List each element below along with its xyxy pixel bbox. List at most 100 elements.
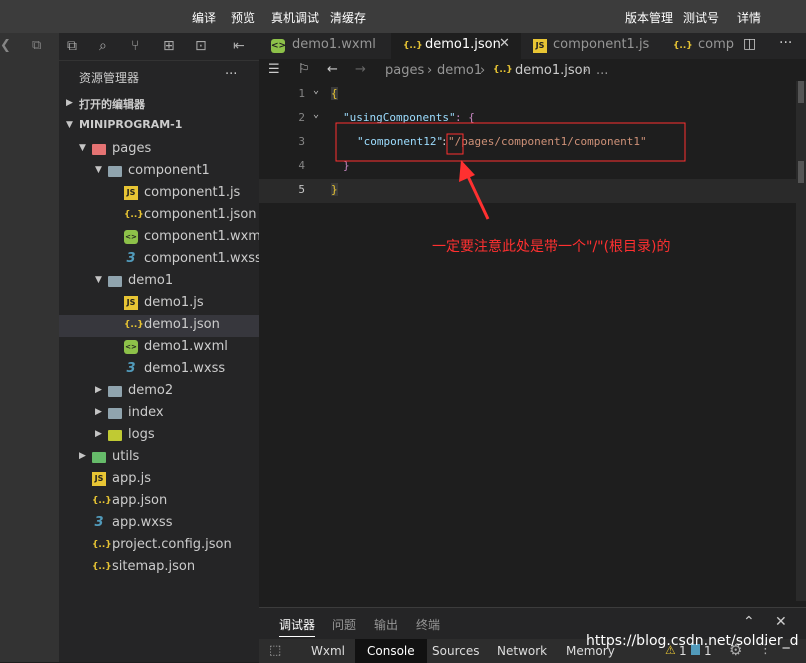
tree-item-label: demo1 xyxy=(128,273,174,288)
editor-area: <> demo1.wxml {..} demo1.json ✕ JS compo… xyxy=(259,33,806,607)
sidebar-toolbar: ⧉ ⌕ ⑂ ⊞ ⊡ ⇤ xyxy=(59,33,259,61)
wxml-file-icon: <> xyxy=(124,340,138,354)
vertical-scrollbar[interactable] xyxy=(796,81,806,601)
collapse-icon[interactable]: ❮ xyxy=(0,38,11,53)
tree-item-label: app.wxss xyxy=(112,515,173,530)
breadcrumb-pages[interactable]: pages xyxy=(385,63,424,78)
debug-icon[interactable]: ⊡ xyxy=(195,38,207,54)
test-account-button[interactable]: 测试号 xyxy=(683,9,719,26)
search-icon[interactable]: ⌕ xyxy=(99,38,107,54)
source-control-icon[interactable]: ⑂ xyxy=(131,38,139,54)
json-file-icon: {..} xyxy=(403,41,423,51)
preview-button[interactable]: 预览 xyxy=(231,9,255,26)
forward-icon[interactable]: → xyxy=(355,62,366,77)
explorer-sidebar: ⧉ ⌕ ⑂ ⊞ ⊡ ⇤ 资源管理器 ··· ▶ 打开的编辑器 ▼ MINIPRO… xyxy=(59,33,265,662)
tree-folder[interactable]: ▶ utils xyxy=(59,447,259,469)
watermark: https://blog.csdn.net/soldier_d xyxy=(586,633,799,649)
code-line: 4 } xyxy=(298,159,350,172)
tree-file[interactable]: 3 component1.wxss xyxy=(59,249,262,271)
clear-cache-button[interactable]: 清缓存 xyxy=(330,9,366,26)
bookmark-icon[interactable]: ⚐ xyxy=(298,62,310,77)
folder-icon xyxy=(108,408,122,419)
tab-network[interactable]: Network xyxy=(497,644,547,658)
tree-item-label: sitemap.json xyxy=(112,559,196,574)
tree-file[interactable]: {..} sitemap.json xyxy=(59,557,259,579)
tree-file[interactable]: {..} app.json xyxy=(59,491,259,513)
annotation-text: 一定要注意此处是带一个"/"(根目录)的 xyxy=(432,239,671,255)
js-file-icon: JS xyxy=(92,472,106,486)
tree-file[interactable]: 3 demo1.wxss xyxy=(59,359,259,381)
tree-folder[interactable]: ▶ logs xyxy=(59,425,259,447)
tree-file[interactable]: <> component1.wxml xyxy=(59,227,265,249)
compile-button[interactable]: 编译 xyxy=(192,9,216,26)
chevron-down-icon: ▼ xyxy=(95,165,102,175)
js-file-icon: JS xyxy=(124,186,138,200)
close-panel-icon[interactable]: ✕ xyxy=(775,614,787,630)
fold-icon[interactable]: ⌄ xyxy=(313,85,319,96)
pages-folder-icon xyxy=(92,144,106,155)
tree-item-label: index xyxy=(128,405,164,420)
tree-folder[interactable]: ▼ pages xyxy=(59,139,259,161)
chevron-right-icon: › xyxy=(427,63,433,78)
tree-folder[interactable]: ▶ index xyxy=(59,403,259,425)
close-icon[interactable]: ✕ xyxy=(499,36,510,51)
tab-comp[interactable]: {..} comp xyxy=(661,33,741,59)
wxss-file-icon: 3 xyxy=(126,251,136,266)
tab-demo1-wxml[interactable]: <> demo1.wxml xyxy=(259,33,391,59)
tab-terminal[interactable]: 终端 xyxy=(416,616,440,633)
version-management-button[interactable]: 版本管理 xyxy=(625,9,673,26)
open-editors-section[interactable]: ▶ 打开的编辑器 xyxy=(59,94,259,116)
split-editor-icon[interactable]: ◫ xyxy=(743,36,756,52)
windows-icon[interactable]: ⧉ xyxy=(32,38,41,53)
project-section[interactable]: ▼ MINIPROGRAM-1 xyxy=(59,116,259,138)
tab-console[interactable]: Console xyxy=(355,639,427,663)
tree-file[interactable]: JS component1.js xyxy=(59,183,259,205)
tree-file[interactable]: {..} demo1.json xyxy=(59,315,259,337)
code-line-current: 5 } xyxy=(259,179,799,203)
tree-item-label: demo1.js xyxy=(144,295,204,310)
chevron-right-icon: ▶ xyxy=(95,407,102,417)
tree-file[interactable]: 3 app.wxss xyxy=(59,513,259,535)
tree-item-label: component1.wxss xyxy=(144,251,262,266)
fold-icon[interactable]: ⌄ xyxy=(313,109,319,120)
tab-component1-js[interactable]: JS component1.js xyxy=(521,33,661,59)
chevron-up-icon[interactable]: ⌃ xyxy=(743,614,755,630)
chevron-right-icon: ▶ xyxy=(95,429,102,439)
tree-item-label: logs xyxy=(128,427,155,442)
inspect-icon[interactable]: ⬚ xyxy=(269,643,281,658)
breadcrumb-demo1[interactable]: demo1 xyxy=(437,63,482,78)
tab-debugger[interactable]: 调试器 xyxy=(279,616,316,637)
more-actions-icon[interactable]: ··· xyxy=(225,67,237,82)
details-button[interactable]: 详情 xyxy=(737,9,761,26)
tree-file[interactable]: {..} project.config.json xyxy=(59,535,259,557)
chevron-right-icon: ▶ xyxy=(66,98,73,108)
collapse-panel-icon[interactable]: ⇤ xyxy=(233,38,245,54)
back-icon[interactable]: ← xyxy=(327,62,338,77)
extensions-icon[interactable]: ⊞ xyxy=(163,38,175,54)
tree-file[interactable]: JS demo1.js xyxy=(59,293,259,315)
code-editor[interactable]: 1 ⌄ { 2 ⌄ "usingComponents" : { 3 "compo… xyxy=(259,83,799,603)
more-icon[interactable]: ··· xyxy=(779,35,792,51)
chevron-down-icon: ▼ xyxy=(79,143,86,153)
tree-file[interactable]: <> demo1.wxml xyxy=(59,337,259,359)
tree-folder[interactable]: ▼ demo1 xyxy=(59,271,259,293)
ellipsis-icon[interactable]: ... xyxy=(596,63,608,78)
tree-file[interactable]: {..} component1.json xyxy=(59,205,259,227)
js-file-icon: JS xyxy=(124,296,138,310)
tree-folder[interactable]: ▶ demo2 xyxy=(59,381,259,403)
tree-folder[interactable]: ▼ component1 xyxy=(59,161,259,183)
json-file-icon: {..} xyxy=(124,320,144,330)
tab-sources[interactable]: Sources xyxy=(432,644,479,658)
tab-demo1-json[interactable]: {..} demo1.json ✕ xyxy=(391,33,521,59)
tab-output[interactable]: 输出 xyxy=(374,616,398,633)
real-debug-button[interactable]: 真机调试 xyxy=(271,9,319,26)
tab-problems[interactable]: 问题 xyxy=(332,616,356,633)
tab-wxml[interactable]: Wxml xyxy=(311,644,345,658)
tree-item-label: demo1.json xyxy=(144,317,220,332)
outline-icon[interactable]: ☰ xyxy=(268,62,280,77)
breadcrumb-file[interactable]: demo1.json xyxy=(515,63,591,78)
tree-item-label: component1.wxml xyxy=(144,229,265,244)
wxss-file-icon: 3 xyxy=(126,361,136,376)
files-icon[interactable]: ⧉ xyxy=(67,38,77,54)
tree-file[interactable]: JS app.js xyxy=(59,469,259,491)
